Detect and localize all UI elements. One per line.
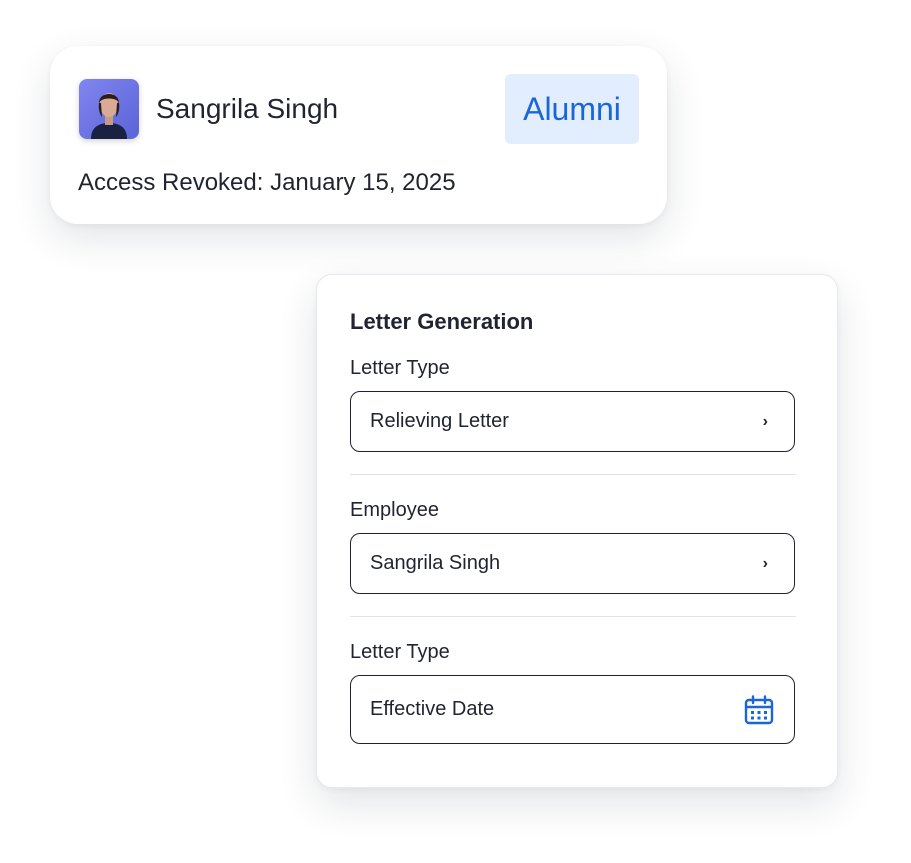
employee-label: Employee — [350, 499, 439, 521]
effective-date-label: Letter Type — [350, 641, 450, 663]
canvas: Sangrila Singh Alumni Access Revoked: Ja… — [0, 0, 911, 863]
chevron-right-icon: › — [762, 554, 768, 572]
chevron-right-icon: › — [762, 412, 768, 430]
effective-date-field[interactable]: Effective Date — [350, 675, 795, 744]
calendar-icon[interactable] — [744, 694, 774, 725]
letter-type-select[interactable]: Relieving Letter › — [350, 391, 795, 452]
profile-name: Sangrila Singh — [156, 93, 339, 124]
employee-select[interactable]: Sangrila Singh › — [350, 533, 795, 594]
letter-generation-card: Letter Generation Letter Type Relieving … — [316, 274, 838, 788]
avatar — [79, 79, 139, 139]
employee-value: Sangrila Singh — [370, 552, 501, 574]
letter-type-label: Letter Type — [350, 357, 450, 379]
letter-type-value: Relieving Letter — [370, 410, 509, 432]
divider — [350, 616, 796, 617]
divider — [350, 474, 796, 475]
profile-card: Sangrila Singh Alumni Access Revoked: Ja… — [50, 46, 667, 224]
status-badge: Alumni — [505, 74, 639, 144]
effective-date-placeholder: Effective Date — [370, 698, 495, 720]
card-title: Letter Generation — [350, 309, 534, 334]
access-revoked-text: Access Revoked: January 15, 2025 — [78, 169, 456, 196]
